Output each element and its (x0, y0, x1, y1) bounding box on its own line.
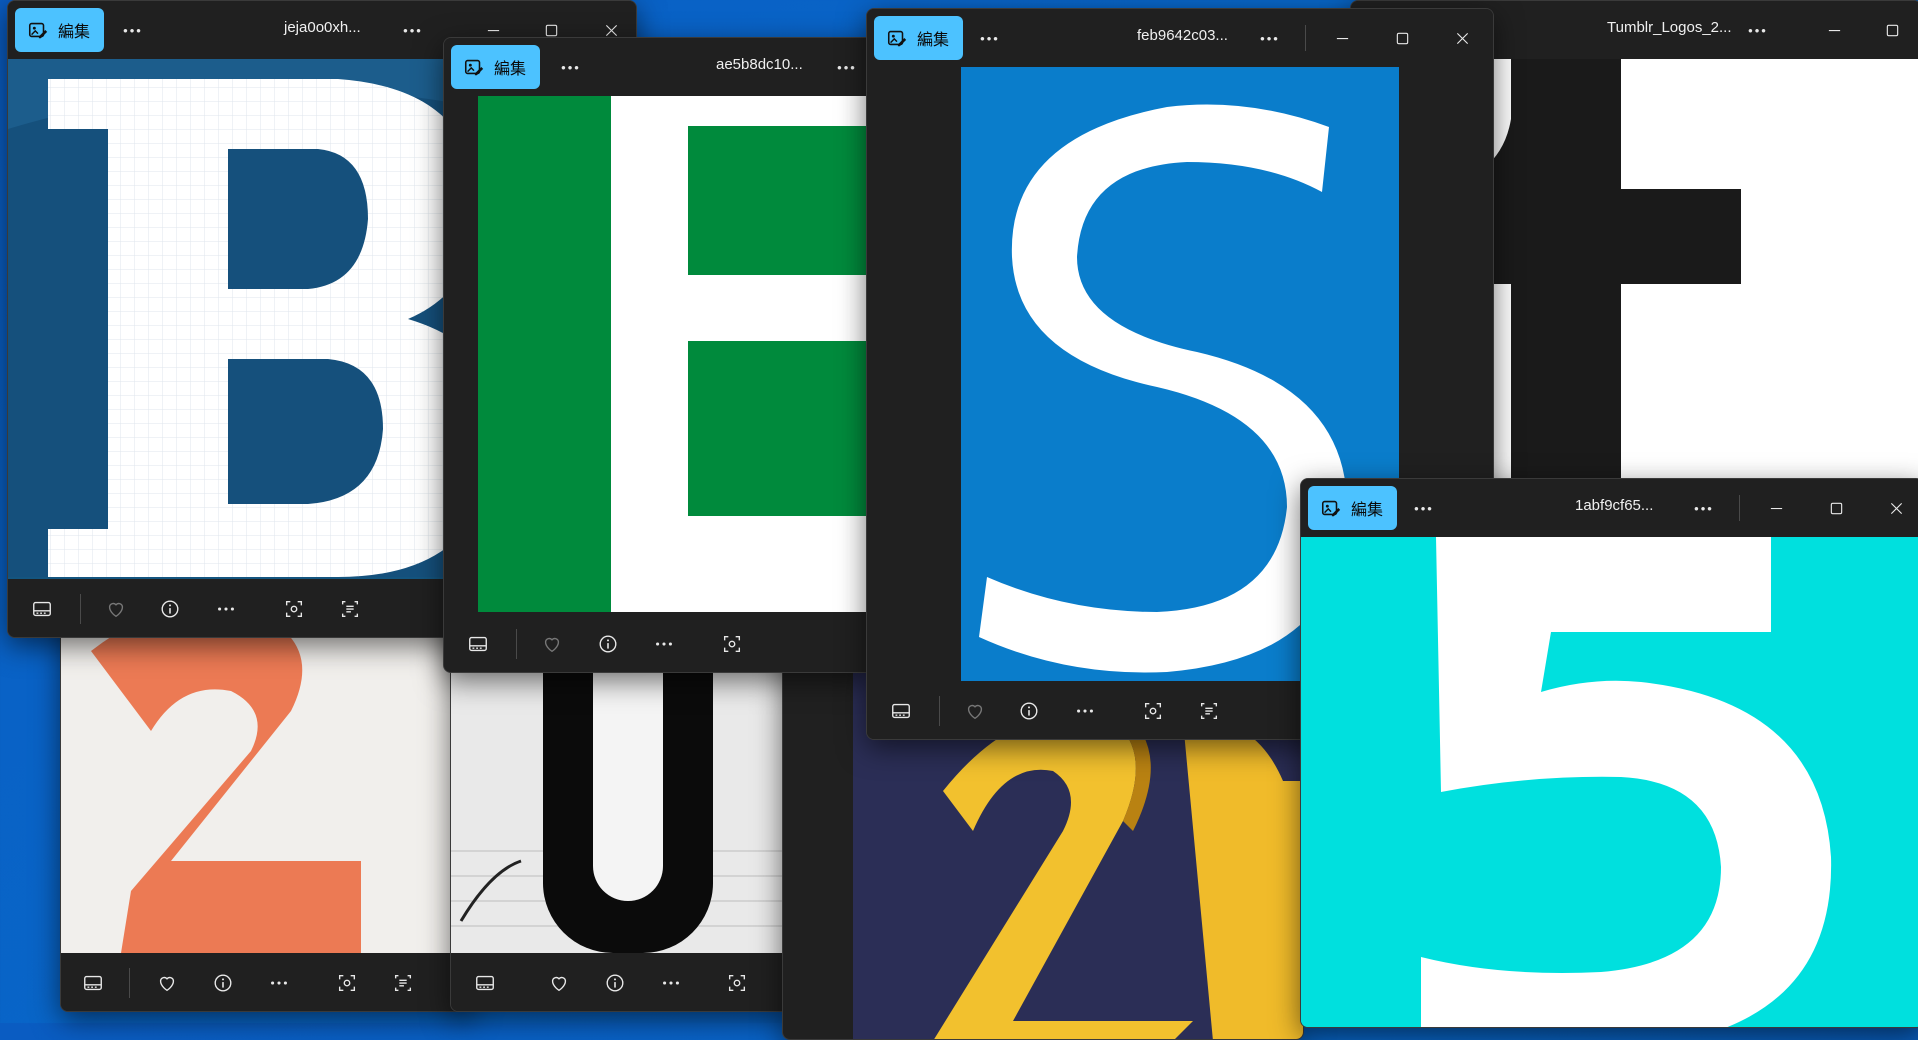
toolbar-divider (129, 968, 130, 998)
more-options-icon[interactable] (973, 23, 1007, 53)
crop-icon[interactable] (1139, 697, 1167, 725)
filmstrip-icon[interactable] (471, 969, 499, 997)
toolbar-divider (516, 629, 517, 659)
more-options-icon[interactable] (554, 52, 588, 82)
close-icon (604, 23, 619, 38)
edit-button-label: 編集 (1351, 500, 1384, 519)
more-icon[interactable] (650, 630, 678, 658)
heart-icon[interactable] (961, 697, 989, 725)
window-titlebar: 編集 feb9642c03... (867, 9, 1493, 67)
title-more-icon[interactable] (830, 52, 864, 82)
edit-button[interactable]: 編集 (1308, 486, 1398, 530)
minimize-icon (1827, 23, 1842, 38)
filmstrip-icon[interactable] (464, 630, 492, 658)
more-options-icon[interactable] (116, 15, 150, 45)
minimize-icon (486, 23, 501, 38)
minimize-icon (1335, 31, 1350, 46)
heart-icon[interactable] (153, 969, 181, 997)
crop-icon[interactable] (723, 969, 751, 997)
window-title: Tumblr_Logos_2... (1607, 19, 1732, 36)
text-scan-icon[interactable] (389, 969, 417, 997)
titlebar-divider (1305, 25, 1306, 51)
maximize-icon (1395, 31, 1410, 46)
maximize-button[interactable] (1869, 11, 1915, 49)
text-scan-icon[interactable] (336, 595, 364, 623)
toolbar-divider (939, 696, 940, 726)
minimize-button[interactable] (1319, 19, 1365, 57)
more-icon[interactable] (657, 969, 685, 997)
filmstrip-icon[interactable] (887, 697, 915, 725)
edit-photo-icon (886, 27, 908, 49)
info-icon[interactable] (209, 969, 237, 997)
title-more-icon[interactable] (396, 15, 430, 45)
photo-canvas (444, 96, 872, 614)
edit-button[interactable]: 編集 (874, 16, 964, 60)
more-options-icon[interactable] (1407, 493, 1441, 523)
photo-window-5[interactable]: 編集 1abf9cf65... (1300, 478, 1918, 1028)
window-title: jeja0o0xh... (284, 19, 361, 36)
letter-e-image (478, 96, 872, 612)
filmstrip-icon[interactable] (28, 595, 56, 623)
window-titlebar: 編集 ae5b8dc10... (444, 38, 872, 96)
number-five-image (1301, 537, 1918, 1027)
close-button[interactable] (1873, 489, 1918, 527)
edit-photo-icon (1320, 497, 1342, 519)
photo-canvas (1301, 537, 1918, 1027)
info-icon[interactable] (1015, 697, 1043, 725)
close-button[interactable] (1439, 19, 1485, 57)
window-title: feb9642c03... (1137, 27, 1228, 44)
edit-button-label: 編集 (58, 22, 91, 41)
photo-window-2[interactable]: 編集 ae5b8dc10... (443, 37, 873, 673)
edit-button[interactable]: 編集 (15, 8, 105, 52)
edit-photo-icon (463, 56, 485, 78)
edit-button-label: 編集 (917, 30, 950, 49)
toolbar-divider (80, 594, 81, 624)
title-more-icon[interactable] (1687, 493, 1721, 523)
info-icon[interactable] (601, 969, 629, 997)
crop-icon[interactable] (280, 595, 308, 623)
text-scan-icon[interactable] (1195, 697, 1223, 725)
crop-icon[interactable] (718, 630, 746, 658)
maximize-button[interactable] (1813, 489, 1859, 527)
filmstrip-icon[interactable] (79, 969, 107, 997)
titlebar-divider (1739, 495, 1740, 521)
more-icon[interactable] (212, 595, 240, 623)
photo-toolbar (451, 953, 791, 1011)
heart-icon[interactable] (538, 630, 566, 658)
photo-toolbar (444, 614, 872, 672)
minimize-icon (1769, 501, 1784, 516)
edit-button[interactable]: 編集 (451, 45, 541, 89)
maximize-button[interactable] (1379, 19, 1425, 57)
edit-photo-icon (27, 19, 49, 41)
more-icon[interactable] (265, 969, 293, 997)
maximize-icon (544, 23, 559, 38)
window-title: 1abf9cf65... (1575, 497, 1654, 514)
title-more-icon[interactable] (1253, 23, 1287, 53)
heart-icon[interactable] (545, 969, 573, 997)
window-titlebar: 編集 1abf9cf65... (1301, 479, 1918, 537)
window-title: ae5b8dc10... (716, 56, 803, 73)
info-icon[interactable] (156, 595, 184, 623)
maximize-icon (1885, 23, 1900, 38)
close-icon (1455, 31, 1470, 46)
minimize-button[interactable] (1753, 489, 1799, 527)
close-icon (1889, 501, 1904, 516)
heart-icon[interactable] (102, 595, 130, 623)
crop-icon[interactable] (333, 969, 361, 997)
info-icon[interactable] (594, 630, 622, 658)
photo-toolbar (61, 953, 471, 1011)
edit-button-label: 編集 (494, 59, 527, 78)
minimize-button[interactable] (1811, 11, 1857, 49)
title-more-icon[interactable] (1741, 15, 1775, 45)
maximize-icon (1829, 501, 1844, 516)
more-icon[interactable] (1071, 697, 1099, 725)
